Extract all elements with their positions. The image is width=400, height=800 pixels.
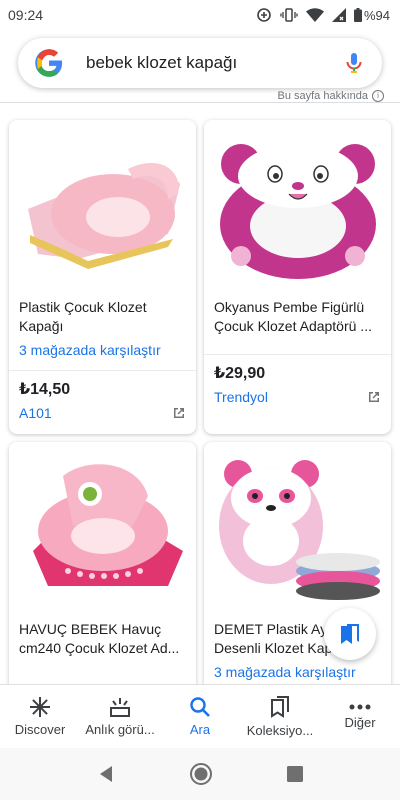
pink-potty-seat-image [32,464,183,586]
product-price: ₺14,50 [19,381,71,398]
search-icon [190,697,210,717]
nav-collections[interactable]: Koleksiyo... [240,685,320,748]
divider [9,370,196,371]
product-title[interactable]: Plastik Çocuk Klozet Kapağı [9,298,196,336]
status-time: 09:24 [8,7,44,23]
product-image[interactable] [9,442,196,620]
cellular-signal-icon [331,8,346,22]
product-image[interactable] [204,120,391,298]
open-in-new-icon[interactable] [172,406,186,420]
nav-updates[interactable]: Anlık görü... [80,685,160,748]
home-icon[interactable] [189,762,213,786]
collections-icon [341,624,359,644]
product-price: ₺29,90 [214,365,266,382]
product-title[interactable]: Okyanus Pembe Figürlü Çocuk Klozet Adapt… [204,298,391,336]
info-icon: i [372,90,384,102]
wifi-icon [305,8,324,22]
back-icon[interactable] [97,765,115,783]
more-icon [349,704,371,710]
about-page-label: Bu sayfa hakkında [277,90,368,102]
nav-label: Discover [14,722,66,737]
nav-more[interactable]: Diğer [320,685,400,748]
search-bar[interactable]: bebek klozet kapağı [18,38,382,88]
store-link[interactable]: Trendyol [214,389,268,405]
divider [0,102,400,103]
compare-stores-link[interactable]: 3 mağazada karşılaştır [204,664,391,680]
battery-percent: %94 [363,7,390,23]
pink-toilet-seat-image [27,163,180,269]
save-to-collection-button[interactable] [324,608,376,660]
pink-bear-seat-image [219,144,376,279]
collections-icon [271,696,289,718]
divider [204,354,391,355]
battery-icon [353,8,362,22]
nav-label: Koleksiyo... [246,723,314,738]
compare-stores-link[interactable]: 3 mağazada karşılaştır [9,342,196,358]
search-query[interactable]: bebek klozet kapağı [86,53,342,73]
asterisk-icon [30,697,50,717]
about-page-link[interactable]: Bu sayfa hakkında i [277,90,384,102]
updates-icon [110,698,130,717]
panda-seat-image [218,460,380,600]
product-card[interactable]: Okyanus Pembe Figürlü Çocuk Klozet Adapt… [204,120,391,434]
open-in-new-icon[interactable] [367,390,381,404]
nav-label: Ara [189,722,211,737]
store-link[interactable]: A101 [19,405,52,421]
product-image[interactable] [204,442,391,620]
nav-label: Anlık görü... [85,722,155,737]
product-title[interactable]: HAVUÇ BEBEK Havuç cm240 Çocuk Klozet Ad.… [9,620,196,658]
microphone-icon[interactable] [342,51,366,75]
product-card[interactable]: Plastik Çocuk Klozet Kapağı 3 mağazada k… [9,120,196,434]
nav-label: Diğer [344,715,376,730]
nav-search[interactable]: Ara [160,685,240,748]
google-g-logo[interactable] [34,48,64,78]
recents-icon[interactable] [287,766,303,782]
data-saver-icon [257,8,271,22]
status-bar: 09:24 %94 [0,0,400,30]
product-card[interactable]: HAVUÇ BEBEK Havuç cm240 Çocuk Klozet Ad.… [9,442,196,692]
product-image[interactable] [9,120,196,298]
system-navigation-bar [0,748,400,800]
vibrate-icon [280,8,298,22]
bottom-navigation: Discover Anlık görü... Ara Koleksiyo... … [0,684,400,748]
nav-discover[interactable]: Discover [0,685,80,748]
